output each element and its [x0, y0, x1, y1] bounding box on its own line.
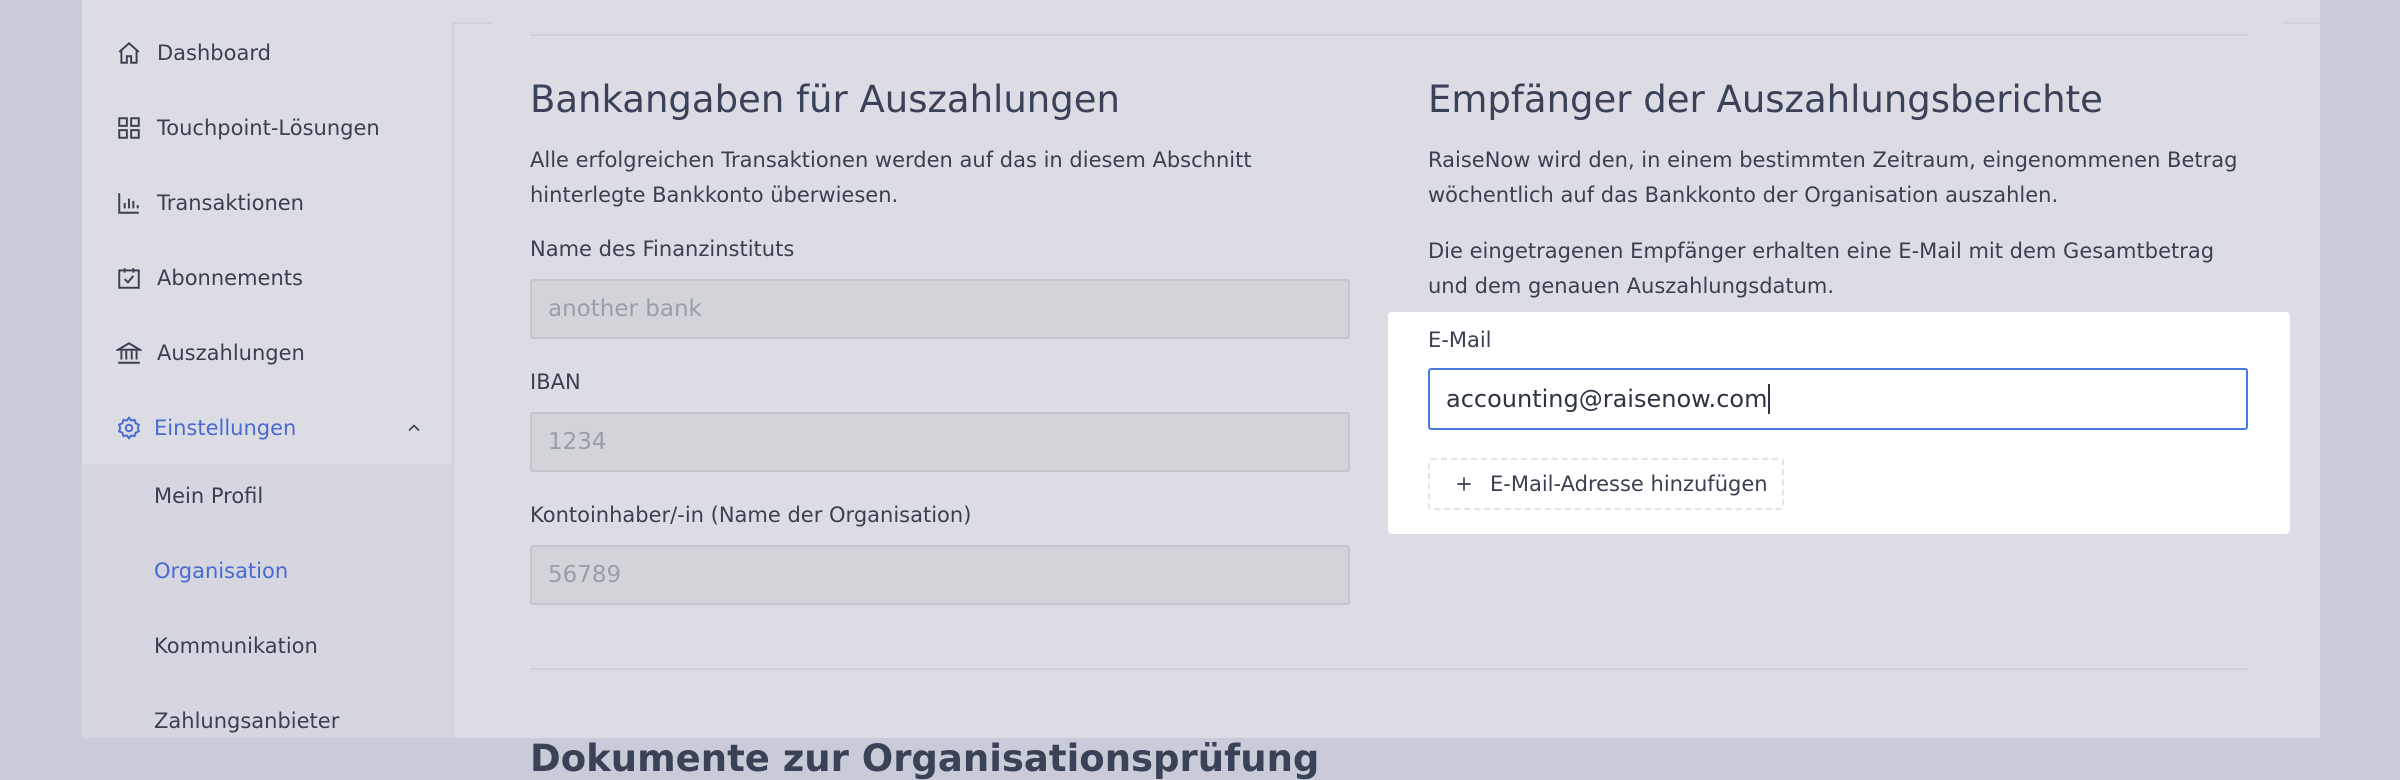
sidebar-item-transaktionen[interactable]: Transaktionen	[82, 173, 452, 233]
home-icon	[118, 41, 140, 64]
submenu-item-organisation[interactable]: Organisation	[154, 559, 288, 583]
bar-chart-icon	[118, 193, 139, 214]
plus-icon	[1457, 477, 1471, 491]
sidebar-item-label: Auszahlungen	[157, 341, 305, 365]
email-input[interactable]: accounting@raisenow.com	[1428, 368, 2248, 430]
email-panel: E-Mail accounting@raisenow.com E-Mail-Ad…	[1388, 312, 2290, 534]
grid-icon	[118, 117, 140, 139]
sidebar-item-touchpoint[interactable]: Touchpoint-Lösungen	[82, 98, 452, 158]
email-label: E-Mail	[1428, 328, 1492, 352]
sidebar: Dashboard Touchpoint-Lösungen Transaktio…	[82, 0, 454, 738]
institute-label: Name des Finanzinstituts	[530, 237, 795, 261]
sidebar-item-einstellungen[interactable]: Einstellungen	[82, 398, 452, 458]
submenu-item-mein-profil[interactable]: Mein Profil	[154, 484, 263, 508]
recipients-section-title: Empfänger der Auszahlungsberichte	[1428, 78, 2103, 121]
holder-label: Kontoinhaber/-in (Name der Organisation)	[530, 503, 972, 527]
calendar-check-icon	[118, 268, 140, 289]
recipients-description-2: Die eingetragenen Empfänger erhalten ein…	[1428, 239, 2215, 298]
divider	[530, 34, 2248, 36]
add-email-label: E-Mail-Adresse hinzufügen	[1490, 472, 1768, 496]
sidebar-item-abonnements[interactable]: Abonnements	[82, 248, 452, 308]
submenu-item-kommunikation[interactable]: Kommunikation	[154, 634, 318, 658]
sidebar-item-dashboard[interactable]: Dashboard	[82, 23, 452, 83]
settings-submenu: Mein Profil Organisation Kommunikation Z…	[82, 464, 452, 738]
holder-input[interactable]: 56789	[530, 545, 1350, 605]
bank-icon	[116, 342, 142, 364]
bank-section-title: Bankangaben für Auszahlungen	[530, 78, 1120, 121]
gear-icon	[117, 416, 141, 440]
sidebar-item-label: Einstellungen	[154, 416, 297, 440]
documents-section-title: Dokumente zur Organisationsprüfung	[530, 736, 1320, 780]
email-value: accounting@raisenow.com	[1446, 385, 1768, 413]
divider	[530, 668, 2248, 670]
recipients-description-1: RaiseNow wird den, in einem bestimmten Z…	[1428, 148, 2238, 207]
add-email-button[interactable]: E-Mail-Adresse hinzufügen	[1428, 458, 1784, 510]
institute-input[interactable]: another bank	[530, 279, 1350, 339]
submenu-item-zahlungsanbieter[interactable]: Zahlungsanbieter	[154, 709, 339, 733]
bank-section-description: Alle erfolgreichen Transaktionen werden …	[530, 148, 1252, 207]
sidebar-item-auszahlungen[interactable]: Auszahlungen	[82, 323, 452, 383]
iban-label: IBAN	[530, 370, 581, 394]
text-caret	[1768, 384, 1771, 414]
iban-input[interactable]: 1234	[530, 412, 1350, 472]
sidebar-item-label: Transaktionen	[157, 191, 304, 215]
chevron-up-icon[interactable]	[404, 418, 424, 438]
sidebar-item-label: Abonnements	[157, 266, 303, 290]
sidebar-item-label: Dashboard	[157, 41, 271, 65]
sidebar-item-label: Touchpoint-Lösungen	[157, 116, 380, 140]
